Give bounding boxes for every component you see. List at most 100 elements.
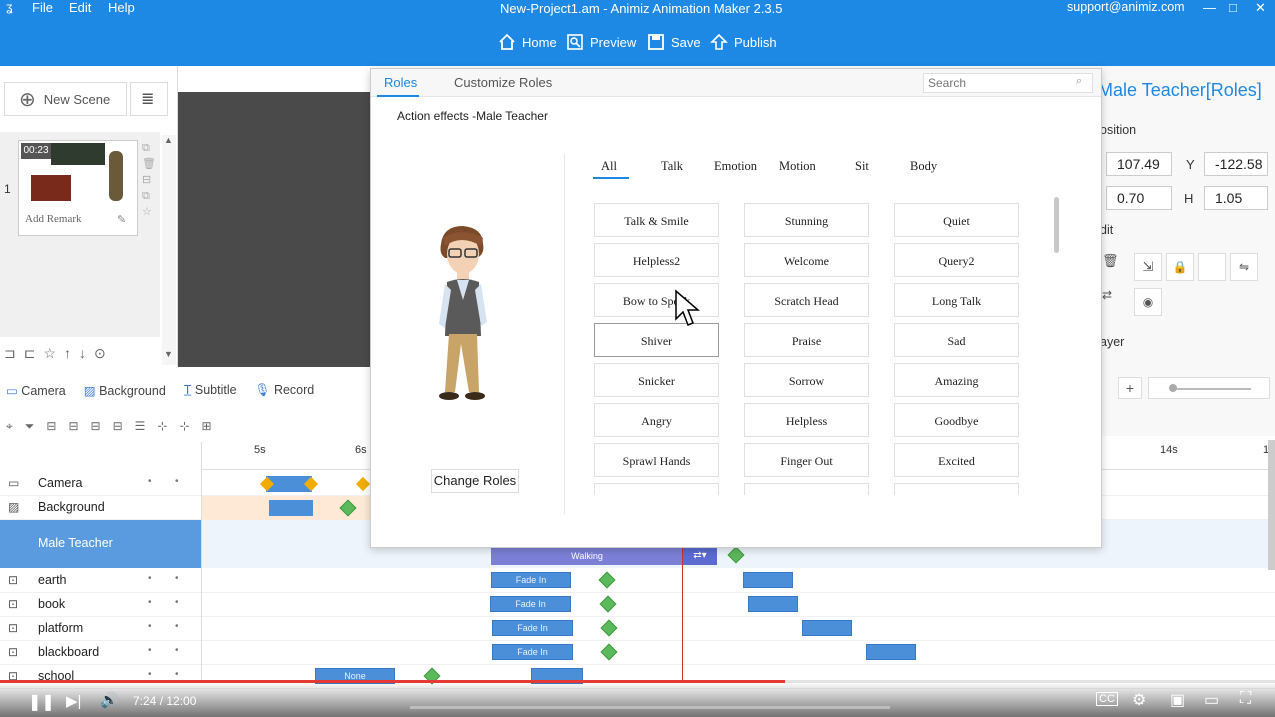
action-partial[interactable]: [594, 483, 719, 495]
scene-star-icon[interactable]: ☆: [43, 345, 56, 362]
add-background-button[interactable]: ▨ Background: [84, 383, 166, 398]
search-icon[interactable]: ⌕: [1076, 75, 1082, 88]
action-scratch-head[interactable]: Scratch Head: [744, 283, 869, 317]
x-input[interactable]: 107.49: [1106, 152, 1172, 176]
preview-button[interactable]: Preview: [566, 30, 636, 54]
scene-export-icon[interactable]: ⊏: [24, 345, 36, 362]
search-input[interactable]: [928, 75, 1068, 91]
visibility-dot[interactable]: •: [148, 476, 152, 487]
track-male-teacher[interactable]: Male Teacher: [0, 520, 202, 568]
action-praise[interactable]: Praise: [744, 323, 869, 357]
keyframe[interactable]: [355, 476, 371, 492]
action-angry[interactable]: Angry: [594, 403, 719, 437]
align-right-icon[interactable]: ⊟: [68, 419, 78, 433]
action-helpless[interactable]: Helpless: [744, 403, 869, 437]
track-platform[interactable]: ⊡ platform • • Fade In: [0, 617, 1275, 641]
scene-import-icon[interactable]: ⊐: [4, 345, 16, 362]
visibility-dot[interactable]: •: [148, 669, 152, 680]
add-subtitle-button[interactable]: T̲ Subtitle: [184, 383, 237, 397]
action-helpless2[interactable]: Helpless2: [594, 243, 719, 277]
lock-dot[interactable]: •: [175, 597, 179, 608]
exit-clip[interactable]: [802, 620, 852, 636]
new-scene-button[interactable]: ⊕ New Scene: [4, 82, 127, 116]
action-amazing[interactable]: Amazing: [894, 363, 1019, 397]
miniplayer-icon[interactable]: ▣: [1170, 690, 1185, 710]
category-motion[interactable]: Motion: [779, 159, 816, 174]
filter-icon[interactable]: ⏷: [25, 419, 35, 434]
support-email[interactable]: support@animiz.com: [1067, 0, 1185, 14]
add-effect-icon[interactable]: [727, 546, 745, 564]
fade-in-clip[interactable]: Fade In: [491, 572, 571, 588]
action-query2[interactable]: Query2: [894, 243, 1019, 277]
fade-in-clip[interactable]: Fade In: [492, 644, 573, 660]
settings-icon[interactable]: ⚙: [1132, 690, 1146, 710]
blank-tool[interactable]: [1198, 253, 1226, 281]
action-scrollbar[interactable]: [1054, 197, 1059, 253]
scene-thumbnail[interactable]: 00:23 Add Remark ✎: [18, 140, 138, 236]
scene-list-button[interactable]: ≣: [130, 82, 168, 116]
track-earth[interactable]: ⊡ earth • • Fade In: [0, 569, 1275, 593]
lock-dot[interactable]: •: [175, 645, 179, 656]
lock-dot[interactable]: •: [175, 669, 179, 680]
publish-button[interactable]: Publish: [710, 30, 777, 54]
lock-dot[interactable]: •: [175, 573, 179, 584]
action-excited[interactable]: Excited: [894, 443, 1019, 477]
action-quiet[interactable]: Quiet: [894, 203, 1019, 237]
w-input[interactable]: 0.70: [1106, 186, 1172, 210]
record-button[interactable]: 🎙 Record: [255, 383, 315, 398]
slider-handle[interactable]: [1169, 384, 1177, 392]
volume-icon[interactable]: 🔊: [100, 691, 119, 709]
category-talk[interactable]: Talk: [661, 159, 683, 174]
change-roles-button[interactable]: Change Roles: [431, 469, 519, 493]
action-talk-smile[interactable]: Talk & Smile: [594, 203, 719, 237]
timeline-scrollbar[interactable]: [1268, 440, 1275, 570]
menu-file[interactable]: File: [32, 0, 53, 15]
action-goodbye[interactable]: Goodbye: [894, 403, 1019, 437]
scene-scrollbar[interactable]: ▲ ▼: [162, 135, 176, 365]
captions-icon[interactable]: CC: [1096, 692, 1118, 706]
action-sad[interactable]: Sad: [894, 323, 1019, 357]
visibility-dot[interactable]: •: [148, 621, 152, 632]
insert-icon[interactable]: ⊟: [142, 172, 156, 188]
action-finger-out[interactable]: Finger Out: [744, 443, 869, 477]
action-welcome[interactable]: Welcome: [744, 243, 869, 277]
delete-icon[interactable]: 🗑: [142, 156, 156, 172]
next-icon[interactable]: ▶|: [66, 692, 81, 710]
walking-clip[interactable]: Walking: [491, 547, 683, 565]
favorite-icon[interactable]: ☆: [142, 204, 156, 220]
action-snicker[interactable]: Snicker: [594, 363, 719, 397]
effect-icon[interactable]: ◉: [1134, 288, 1162, 316]
y-input[interactable]: -122.58: [1204, 152, 1268, 176]
menu-help[interactable]: Help: [108, 0, 135, 15]
exit-clip[interactable]: [748, 596, 798, 612]
exit-clip[interactable]: [866, 644, 916, 660]
copy-icon[interactable]: ⧉: [142, 140, 156, 156]
target-icon[interactable]: ⌖: [6, 419, 13, 434]
pause-icon[interactable]: ❚❚: [28, 692, 55, 712]
category-all[interactable]: All: [601, 159, 617, 174]
exit-clip[interactable]: [743, 572, 793, 588]
lock-dot[interactable]: •: [175, 621, 179, 632]
zoom-slider[interactable]: [1148, 377, 1270, 399]
fullscreen-icon[interactable]: ⛶: [1240, 690, 1251, 708]
category-sit[interactable]: Sit: [855, 159, 869, 174]
maximize-button[interactable]: □: [1229, 0, 1237, 15]
add-camera-button[interactable]: ▭ Camera: [6, 383, 66, 398]
home-button[interactable]: Home: [498, 30, 557, 54]
add-effect-icon[interactable]: [600, 643, 618, 661]
action-partial[interactable]: [744, 483, 869, 495]
more-icon[interactable]: ⊙: [94, 345, 106, 362]
flip-icon[interactable]: ⇋: [1230, 253, 1258, 281]
visibility-dot[interactable]: •: [148, 597, 152, 608]
category-emotion[interactable]: Emotion: [714, 159, 757, 174]
track-blackboard[interactable]: ⊡ blackboard • • Fade In: [0, 641, 1275, 665]
h-input[interactable]: 1.05: [1204, 186, 1268, 210]
import-icon[interactable]: ⇲: [1134, 253, 1162, 281]
plus-icon[interactable]: +: [1118, 377, 1142, 399]
action-stunning[interactable]: Stunning: [744, 203, 869, 237]
theater-icon[interactable]: ▭: [1204, 690, 1219, 710]
canvas-stage[interactable]: [178, 92, 370, 367]
add-effect-icon[interactable]: [600, 619, 618, 637]
fade-in-clip[interactable]: Fade In: [490, 596, 571, 612]
delete-icon[interactable]: 🗑: [1102, 253, 1128, 281]
